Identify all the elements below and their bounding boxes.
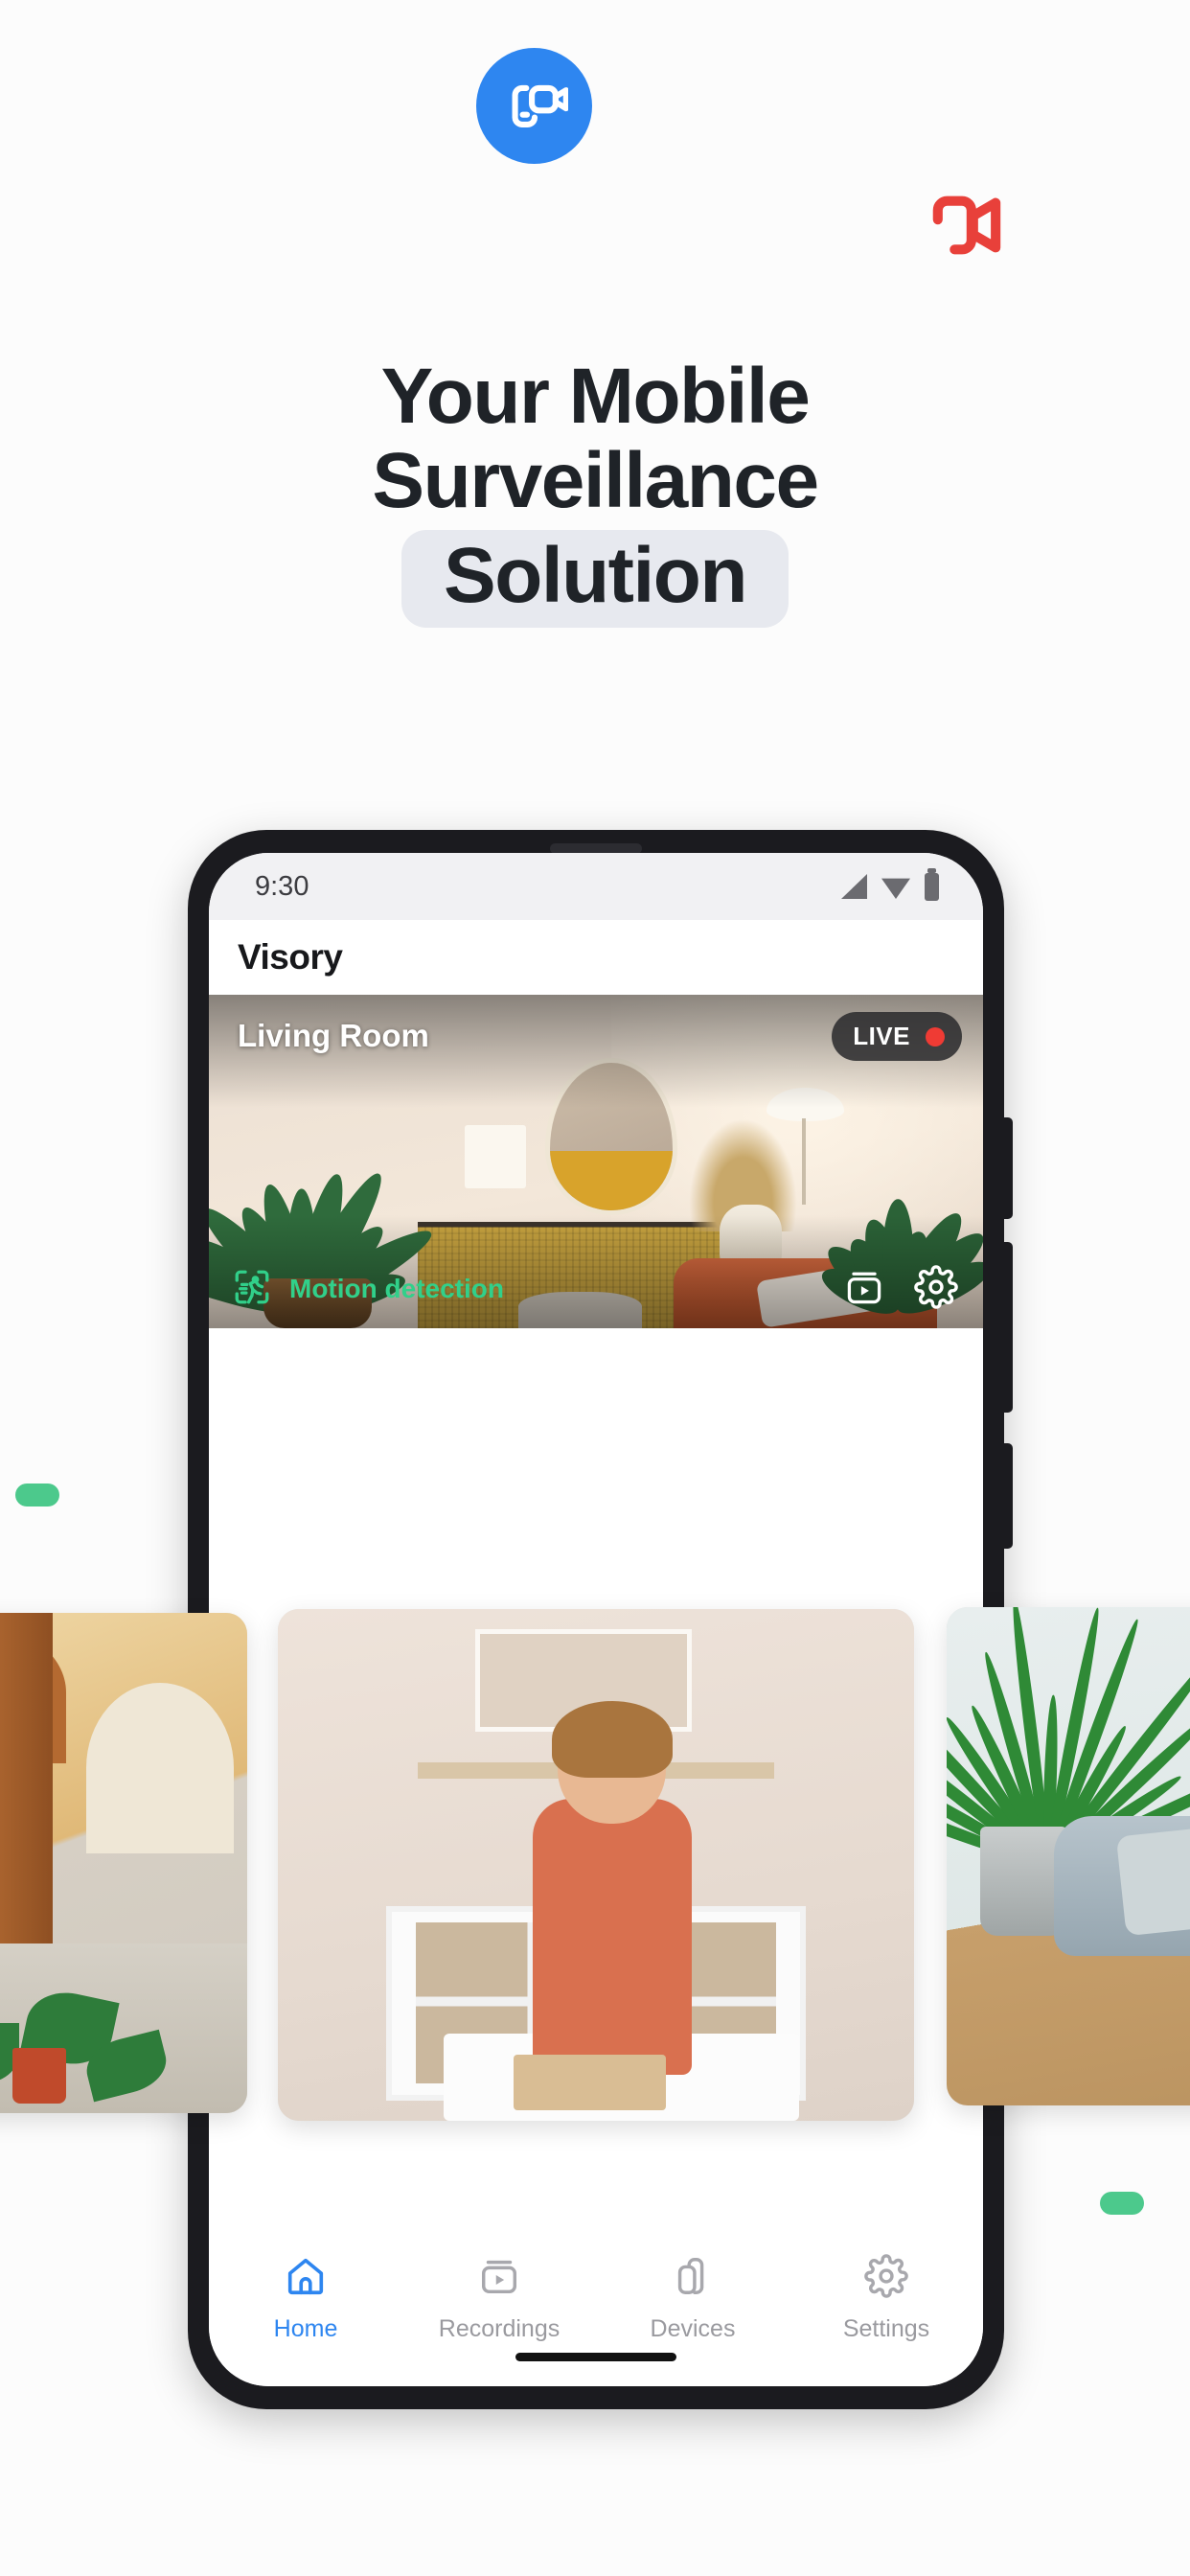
settings-gear-icon[interactable] [914,1265,958,1314]
motion-detection-status: Motion detection [232,1267,504,1312]
decorative-pill-left [15,1484,59,1506]
camera-thumbnail-carousel [0,1613,1190,2130]
nav-item-devices[interactable]: Devices [596,2254,790,2343]
nav-item-home[interactable]: Home [209,2254,402,2343]
live-feed-card[interactable]: Living Room LIVE Motion detection [209,995,983,1328]
wifi-icon [881,874,910,899]
phone-side-button-power[interactable] [1004,1443,1013,1549]
recordings-icon[interactable] [843,1266,885,1313]
nav-label-home: Home [274,2315,338,2343]
thumbnail-playroom-camera[interactable] [278,1609,914,2121]
thumbnail-image [0,1613,247,2113]
nav-label-recordings: Recordings [439,2315,560,2343]
video-camera-icon [501,70,568,142]
headline-line-1: Your Mobile [0,355,1190,439]
devices-icon [671,2254,715,2303]
phone-side-button-mute[interactable] [1004,1117,1013,1219]
phone-side-button-volume[interactable] [1004,1242,1013,1413]
status-bar-time: 9:30 [255,871,309,903]
thumbnail-image [947,1607,1190,2105]
recordings-icon [477,2254,521,2303]
settings-gear-icon [864,2254,908,2303]
motion-detection-label: Motion detection [289,1274,504,1304]
headline-line-2: Surveillance [0,439,1190,523]
nav-item-recordings[interactable]: Recordings [402,2254,596,2343]
battery-icon [925,873,939,901]
promo-screenshot: Your Mobile Surveillance Solution 9:30 V… [0,0,1190,2576]
app-logo [476,48,592,164]
motion-detection-icon [232,1267,272,1312]
home-icon [284,2254,328,2303]
status-bar: 9:30 [209,853,983,920]
thumbnail-courtyard-camera[interactable] [0,1613,247,2113]
signal-icon [841,874,867,899]
live-record-dot-icon [926,1027,945,1046]
live-badge-label: LIVE [853,1022,910,1051]
nav-label-settings: Settings [843,2315,929,2343]
red-camera-mark-icon [920,190,1012,261]
thumbnail-image [278,1609,914,2121]
page-title: Your Mobile Surveillance Solution [0,355,1190,628]
decorative-pill-right [1100,2192,1144,2215]
thumbnail-pet-camera[interactable] [947,1607,1190,2105]
app-bar: Visory [209,920,983,995]
camera-name-label: Living Room [238,1018,429,1054]
status-badge: LIVE [832,1012,962,1061]
nav-item-settings[interactable]: Settings [790,2254,983,2343]
app-title: Visory [238,937,342,978]
headline-line-3: Solution [401,530,789,628]
home-indicator [515,2353,676,2361]
nav-label-devices: Devices [651,2315,736,2343]
